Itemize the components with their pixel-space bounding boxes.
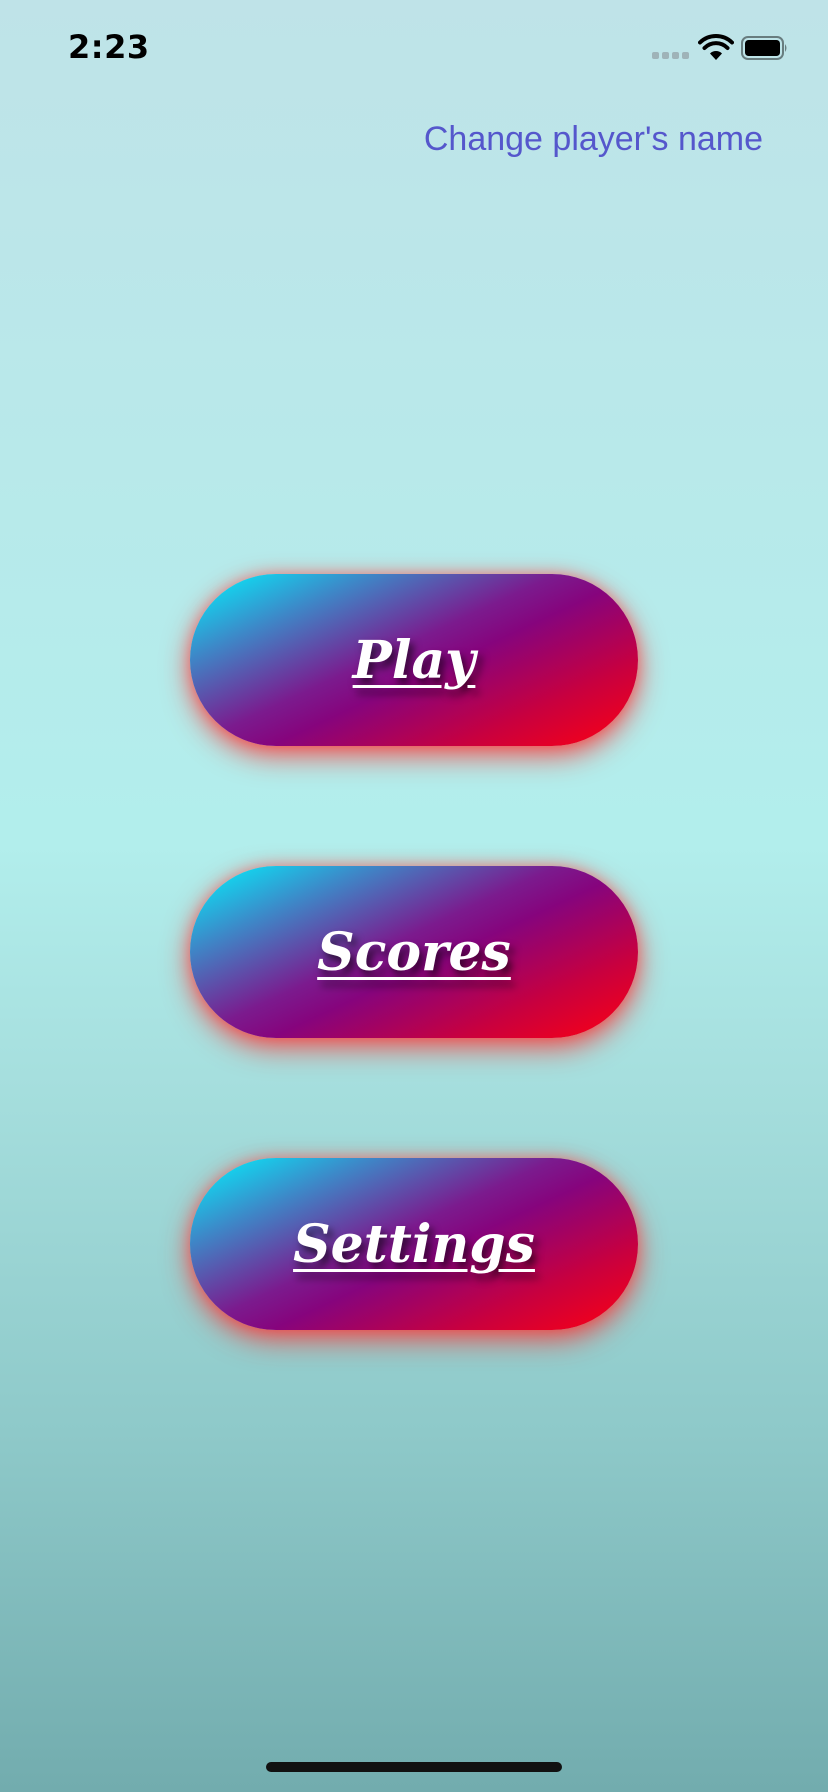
- play-button-label: Play: [352, 629, 476, 691]
- status-time: 2:23: [68, 28, 150, 66]
- battery-icon: [741, 36, 787, 60]
- signal-icon: [652, 52, 689, 59]
- home-indicator[interactable]: [266, 1762, 562, 1772]
- scores-button[interactable]: Scores: [190, 866, 638, 1038]
- settings-button-label: Settings: [293, 1213, 535, 1275]
- settings-button[interactable]: Settings: [190, 1158, 638, 1330]
- status-bar: 2:23: [0, 0, 828, 100]
- change-player-name-link[interactable]: Change player's name: [424, 120, 763, 159]
- play-button[interactable]: Play: [190, 574, 638, 746]
- scores-button-label: Scores: [317, 921, 511, 983]
- wifi-icon: [698, 34, 734, 60]
